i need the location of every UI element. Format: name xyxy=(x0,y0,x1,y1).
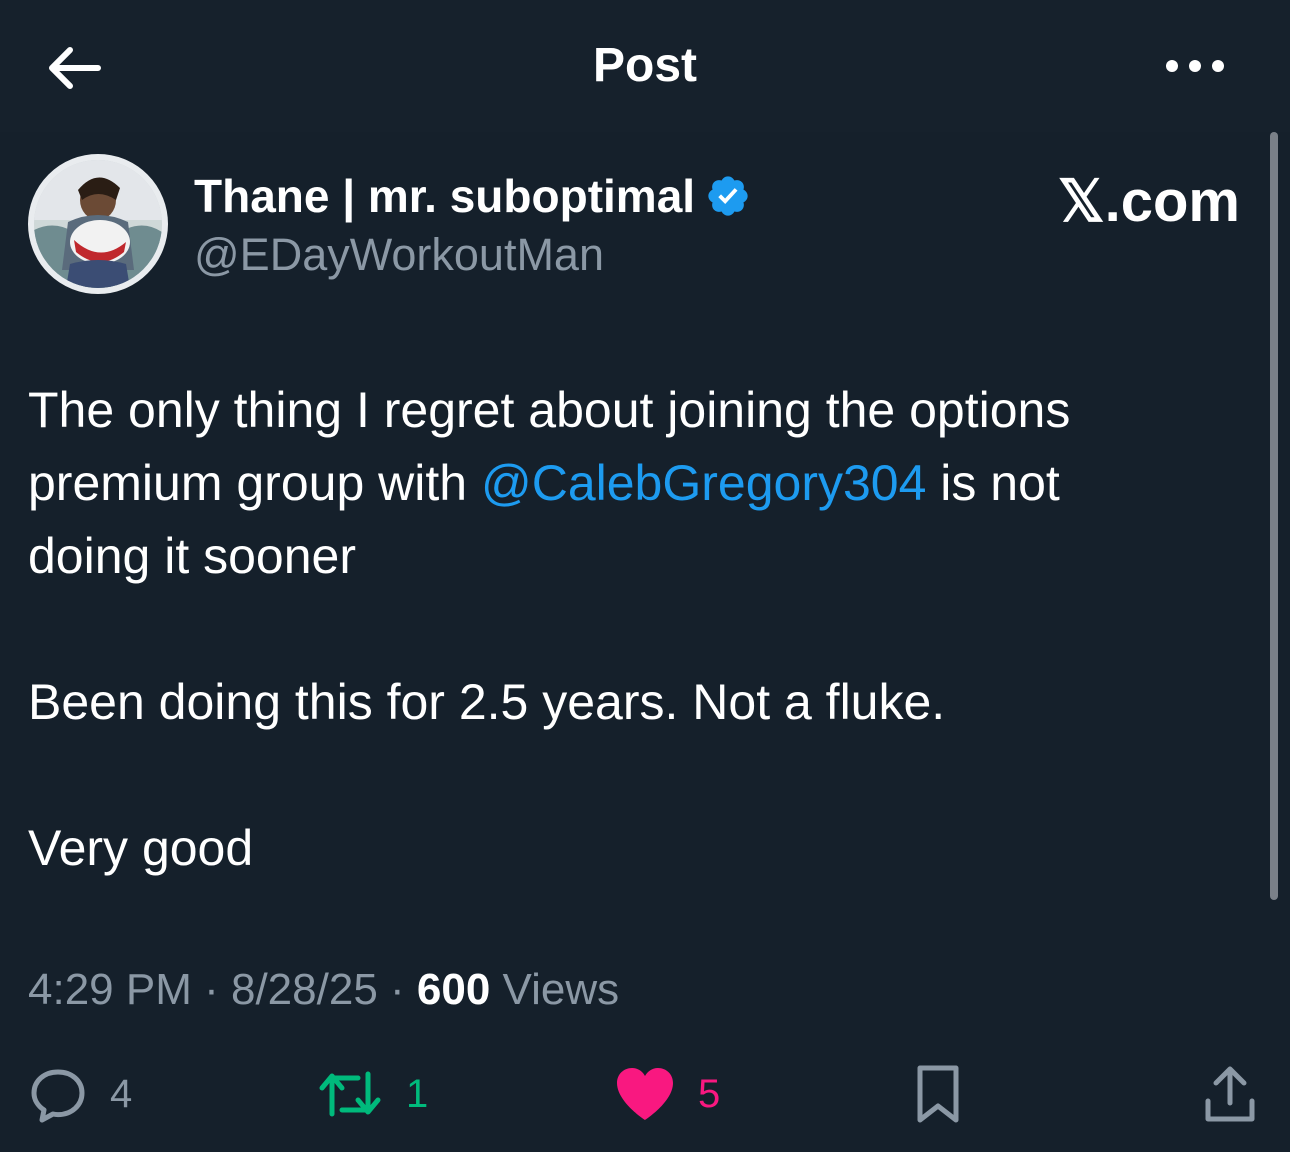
tweet-line-2-end: is not xyxy=(926,455,1060,511)
post-date[interactable]: 8/28/25 xyxy=(231,965,378,1014)
bookmark-icon xyxy=(917,1065,959,1123)
post-page: Post Thane | mr. suboptimal @EDayWorkout… xyxy=(0,0,1290,1152)
top-bar: Post xyxy=(0,0,1290,132)
meta-separator: · xyxy=(377,965,417,1014)
avatar[interactable] xyxy=(28,154,168,294)
tweet-text: The only thing I regret about joining th… xyxy=(28,374,1228,885)
retweet-icon xyxy=(319,1071,381,1117)
scrollbar[interactable] xyxy=(1270,132,1278,900)
author-handle[interactable]: @EDayWorkoutMan xyxy=(194,228,604,282)
tweet-line-3: doing it sooner xyxy=(28,528,357,584)
retweet-count: 1 xyxy=(406,1072,429,1116)
heart-icon xyxy=(617,1068,673,1120)
avatar-photo xyxy=(34,160,162,288)
tweet-paragraph-2: Been doing this for 2.5 years. Not a flu… xyxy=(28,674,946,730)
author-name[interactable]: Thane | mr. suboptimal xyxy=(194,168,751,224)
post-time[interactable]: 4:29 PM xyxy=(28,965,192,1014)
views-label: Views xyxy=(490,965,620,1014)
author-name-text: Thane | mr. suboptimal xyxy=(194,170,696,222)
source-watermark: 𝕏.com xyxy=(1057,169,1240,234)
like-count: 5 xyxy=(698,1072,721,1116)
tweet-paragraph-3: Very good xyxy=(28,820,254,876)
reply-icon xyxy=(31,1069,85,1123)
tweet-line-1: The only thing I regret about joining th… xyxy=(28,382,1071,438)
page-title: Post xyxy=(592,39,697,92)
views-count[interactable]: 600 xyxy=(417,965,490,1014)
mention-link[interactable]: @CalebGregory304 xyxy=(481,455,926,511)
like-button[interactable]: 5 xyxy=(614,1062,720,1126)
verified-badge-icon xyxy=(708,176,748,216)
meta-separator: · xyxy=(191,965,231,1014)
bookmark-button[interactable] xyxy=(910,1062,966,1126)
tweet-line-2-start: premium group with xyxy=(28,455,481,511)
more-horizontal-icon xyxy=(1166,60,1224,72)
share-button[interactable] xyxy=(1200,1062,1260,1126)
retweet-button[interactable]: 1 xyxy=(316,1062,428,1126)
reply-count: 4 xyxy=(110,1072,133,1116)
post-meta: 4:29 PM · 8/28/25 · 600 Views xyxy=(28,962,619,1018)
share-icon xyxy=(1205,1066,1255,1122)
tweet-paragraph-1: The only thing I regret about joining th… xyxy=(28,374,1228,593)
reply-button[interactable]: 4 xyxy=(28,1062,132,1126)
more-options-button[interactable] xyxy=(1160,50,1230,82)
